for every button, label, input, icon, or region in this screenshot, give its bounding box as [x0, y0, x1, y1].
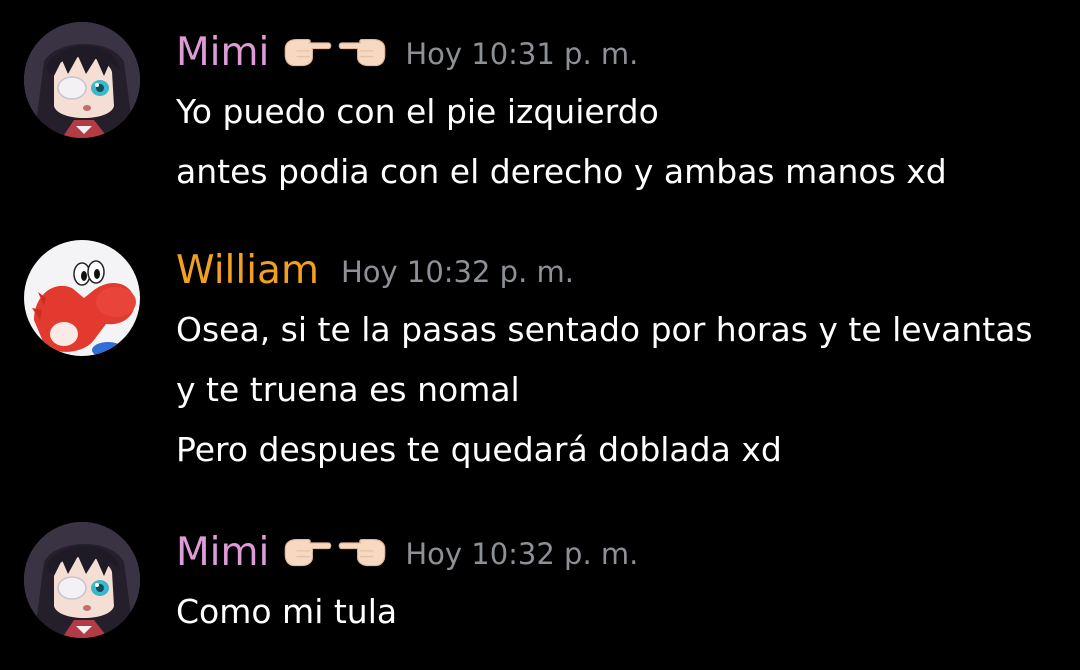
pointing-right-hand-icon — [284, 538, 332, 567]
message-content: Mimi Hoy 10:31 p. m. Yo puedo con el pie… — [176, 22, 1066, 202]
chat-message-list: Mimi Hoy 10:31 p. m. Yo puedo con el pie… — [0, 0, 1080, 670]
avatar[interactable] — [24, 522, 140, 638]
timestamp: Hoy 10:32 p. m. — [340, 254, 574, 289]
timestamp: Hoy 10:32 p. m. — [405, 536, 639, 571]
pointing-right-hand-icon — [284, 38, 332, 67]
pointing-left-hand-icon — [338, 38, 386, 67]
avatar[interactable] — [24, 240, 140, 356]
message-header: William Hoy 10:32 p. m. — [176, 240, 1066, 300]
avatar[interactable] — [24, 22, 140, 138]
message-text: antes podia con el derecho y ambas manos… — [176, 152, 947, 191]
message-header: Mimi Hoy 10:32 p. m. — [176, 522, 1066, 582]
message-content: Mimi Hoy 10:32 p. m. Como mi tula — [176, 522, 1066, 642]
message-content: William Hoy 10:32 p. m. Osea, si te la p… — [176, 240, 1066, 480]
username[interactable]: Mimi — [176, 33, 269, 72]
red-yoshi-avatar — [24, 240, 140, 356]
message-text: Pero despues te quedará doblada xd — [176, 430, 782, 469]
name-emoji — [283, 35, 387, 69]
anime-girl-eyepatch-avatar — [24, 22, 140, 138]
anime-girl-eyepatch-avatar — [24, 522, 140, 638]
message-text: Osea, si te la pasas sentado por horas y… — [176, 310, 1033, 349]
username[interactable]: Mimi — [176, 533, 269, 572]
message-header: Mimi Hoy 10:31 p. m. — [176, 22, 1066, 82]
message-text: y te truena es nomal — [176, 370, 520, 409]
username[interactable]: William — [176, 251, 319, 290]
pointing-left-hand-icon — [338, 538, 386, 567]
name-emoji — [283, 535, 387, 569]
message-text: Como mi tula — [176, 592, 398, 631]
message-text: Yo puedo con el pie izquierdo — [176, 92, 659, 131]
timestamp: Hoy 10:31 p. m. — [405, 36, 639, 71]
